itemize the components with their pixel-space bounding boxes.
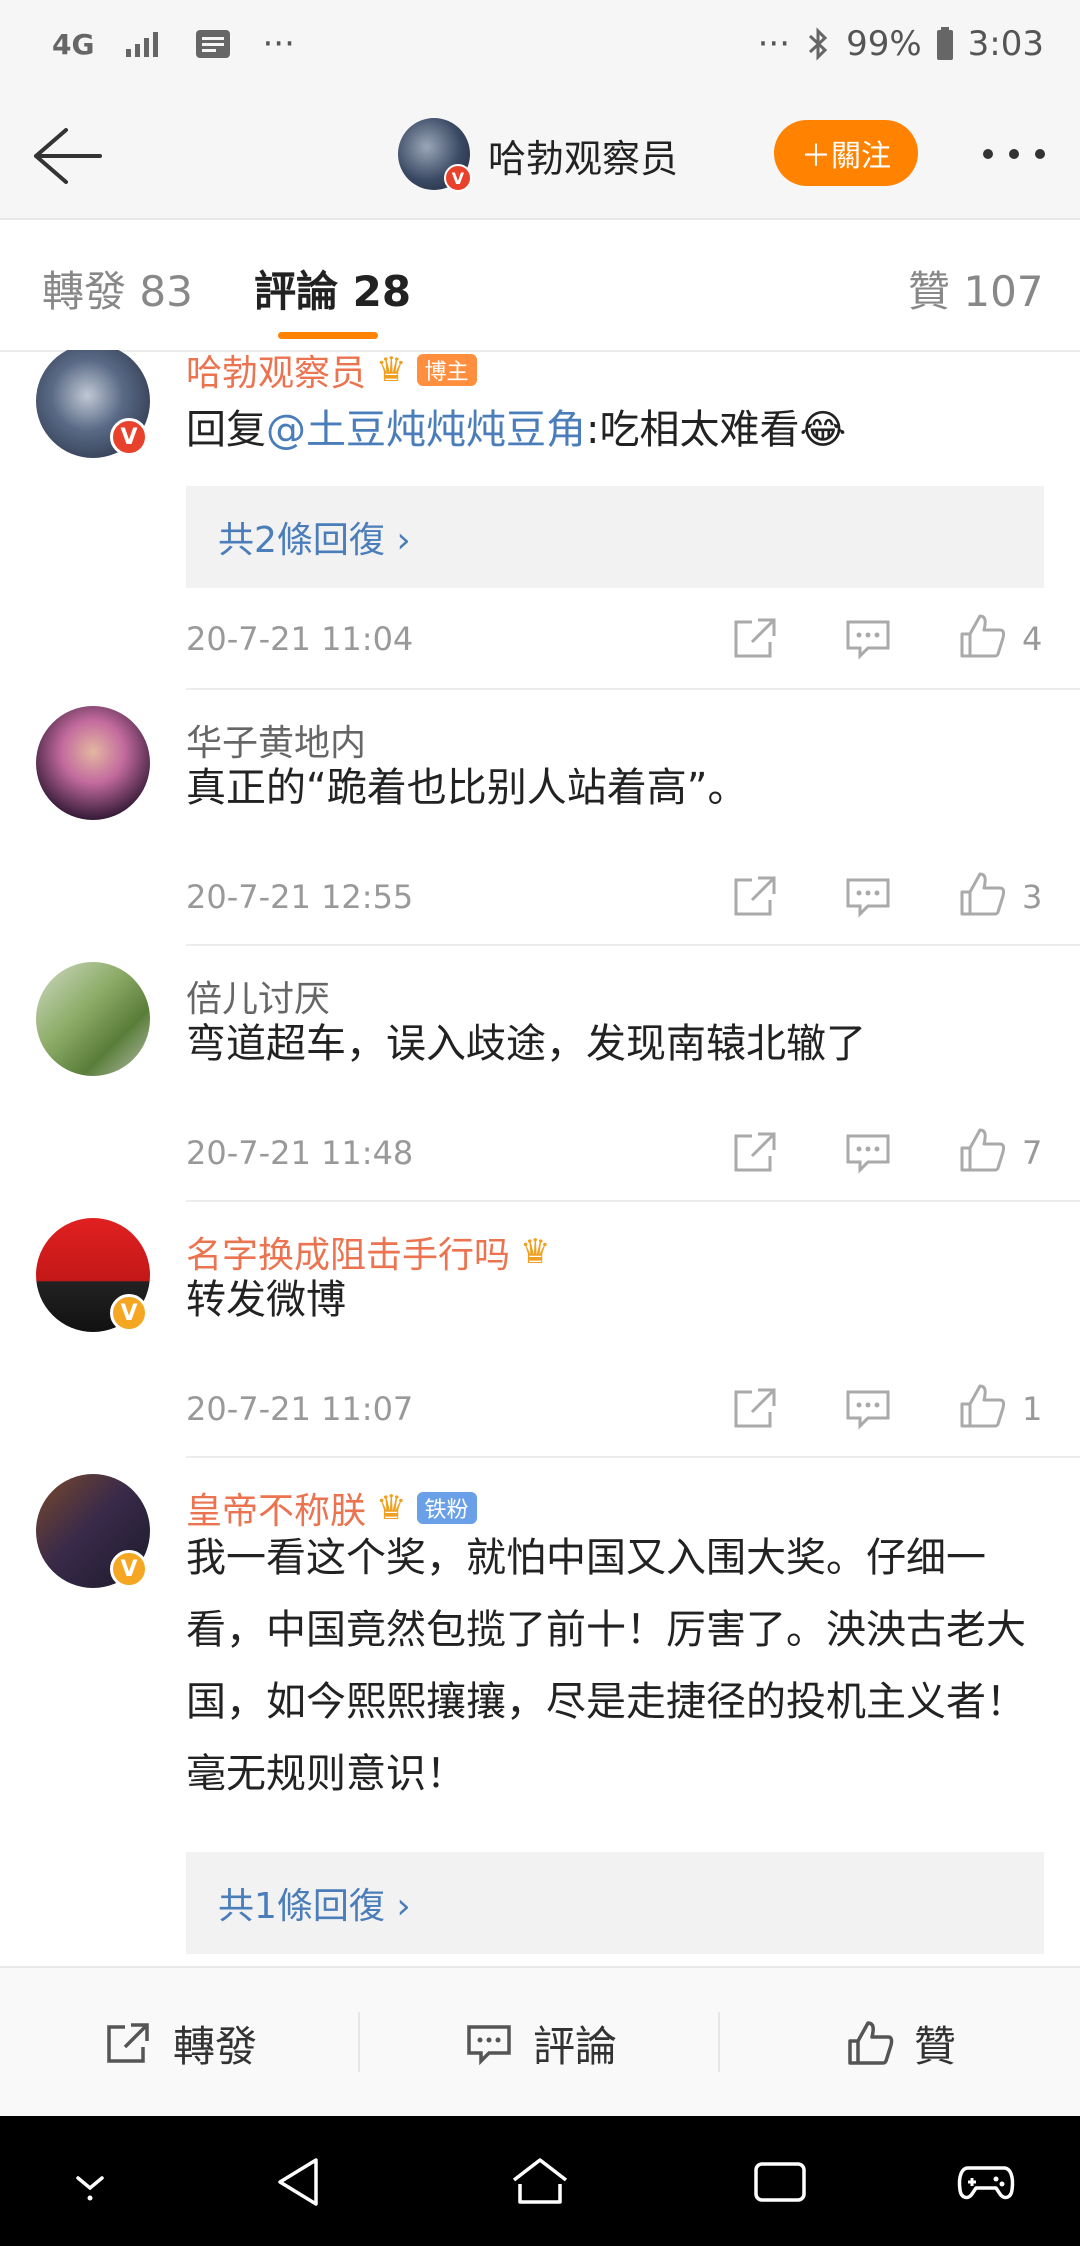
nav-recents-icon[interactable] [750,2154,810,2210]
app-header: V 哈勃观察员 ＋關注 [0,92,1080,220]
author-avatar[interactable]: V [398,118,472,192]
divider [186,944,1080,946]
post-action-bar: 轉發 評論 贊 [0,1966,1080,2118]
share-icon[interactable] [730,1128,782,1176]
comment-list: V 哈勃观察员 ♛ 博主 回复@土豆炖炖炖豆角:吃相太难看😂 共2條回復 › 2… [0,350,1080,1966]
comment-body: :吃相太难看😂 [586,407,847,453]
mention-link[interactable]: @土豆炖炖炖豆角 [266,407,586,453]
comment-label: 評論 [532,2021,617,2071]
comment-time: 20-7-21 11:07 [186,1390,414,1428]
repost-label: 轉發 [172,2021,257,2071]
divider [186,1456,1080,1458]
like-count: 1 [1022,1390,1043,1428]
author-name[interactable]: 哈勃观察员 [488,128,678,183]
like-icon[interactable] [956,870,1008,918]
hide-keyboard-icon[interactable] [60,2154,120,2210]
network-type: 4G [52,27,95,61]
verified-badge-icon: V [110,418,148,456]
comment-time: 20-7-21 12:55 [186,878,414,916]
game-tools-icon[interactable] [956,2154,1016,2210]
verified-badge-icon: V [110,1294,148,1332]
battery-percent: 99% [846,24,922,64]
commenter-avatar[interactable] [36,962,150,1076]
commenter-avatar[interactable] [36,706,150,820]
repost-button[interactable]: 轉發 [0,1968,360,2118]
active-tab-indicator [278,332,378,339]
tab-likes[interactable]: 贊 107 [908,258,1044,319]
comment-icon [467,2025,511,2066]
like-count: 7 [1022,1134,1043,1172]
nav-back-icon[interactable] [272,2154,332,2210]
commenter-name[interactable]: 哈勃观察员 [186,350,366,396]
tab-bar: 轉發 83 評論 28 贊 107 [0,220,1080,352]
more-dots-icon [983,149,1045,159]
verified-badge-icon: V [110,1550,148,1588]
system-nav-bar [0,2116,1080,2246]
comment-time: 20-7-21 11:48 [186,1134,414,1172]
comment-icon[interactable] [842,872,894,920]
crown-icon: ♛ [376,350,407,390]
view-replies-button[interactable]: 共2條回復 › [186,486,1044,588]
like-count: 3 [1022,878,1043,916]
divider [186,688,1080,690]
back-button[interactable] [26,120,106,192]
message-icon [194,28,232,60]
comment-time: 20-7-21 11:04 [186,620,414,658]
tab-comments[interactable]: 評論 28 [254,258,411,319]
back-arrow-icon [34,128,102,184]
comment-text: 转发微博 [186,1277,346,1323]
verified-badge-icon: V [444,164,472,192]
comment-text: 弯道超车，误入歧途，发现南辕北辙了 [186,1021,866,1067]
nav-home-icon[interactable] [510,2154,570,2210]
tab-reposts[interactable]: 轉發 83 [42,258,193,319]
like-icon [848,2021,894,2065]
share-icon[interactable] [730,614,782,662]
blogger-badge: 博主 [416,354,477,386]
fan-badge: 铁粉 [416,1492,477,1524]
comment-text: 真正的“跪着也比别人站着高”。 [186,765,748,811]
share-icon[interactable] [730,1384,782,1432]
comment-icon[interactable] [842,1128,894,1176]
more-status-icon: ··· [757,24,791,64]
reply-prefix: 回复 [186,407,266,453]
repost-icon [107,2023,149,2063]
like-icon[interactable] [956,1382,1008,1430]
more-options-button[interactable] [978,142,1050,166]
view-replies-button[interactable]: 共1條回復 › [186,1852,1044,1954]
like-button[interactable]: 贊 [720,1968,1080,2118]
like-label: 贊 [913,2021,956,2071]
comment-icon[interactable] [842,614,894,662]
bluetooth-icon [804,26,832,62]
comment-button[interactable]: 評論 [360,1968,720,2118]
follow-button[interactable]: ＋關注 [774,120,918,186]
comment-icon[interactable] [842,1384,894,1432]
status-bar: 4G ··· ··· 99% 3:03 [0,0,1080,92]
signal-icon [124,29,164,59]
battery-icon [936,27,954,61]
like-icon[interactable] [956,1126,1008,1174]
more-notifications-icon: ··· [262,24,295,64]
like-icon[interactable] [956,612,1008,660]
comment-text: 回复@土豆炖炖炖豆角:吃相太难看😂 [186,394,1048,466]
commenter-name-row: 哈勃观察员 ♛ 博主 [186,350,477,396]
share-icon[interactable] [730,872,782,920]
like-count: 4 [1022,620,1043,658]
divider [186,1200,1080,1202]
comment-text: 我一看这个奖，就怕中国又入围大奖。仔细一看，中国竟然包揽了前十！厉害了。泱泱古老… [186,1535,1026,1797]
clock: 3:03 [967,24,1044,64]
